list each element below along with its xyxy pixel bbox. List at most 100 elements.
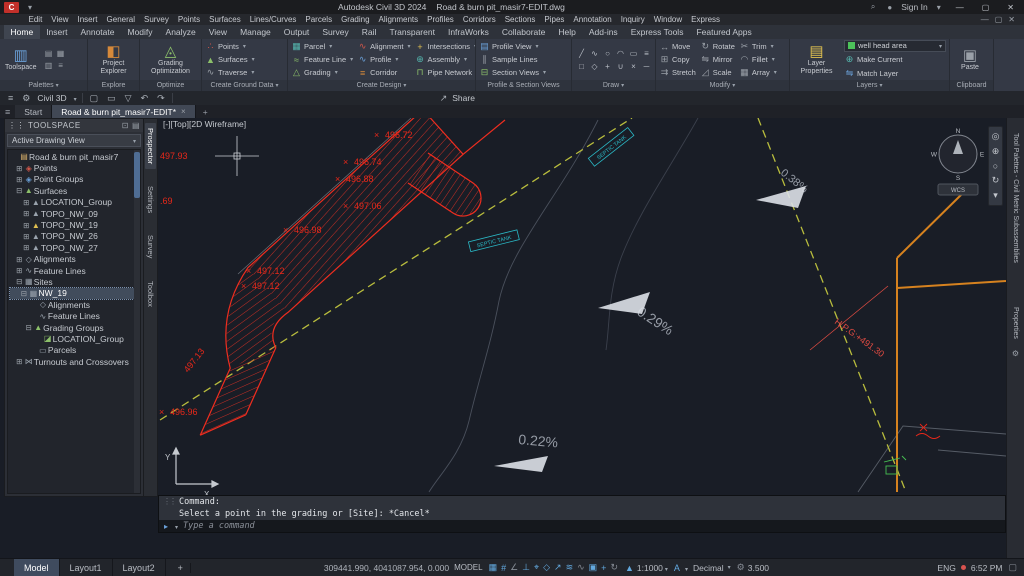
tree-expander-icon[interactable]: ⊞ (22, 209, 31, 218)
tree-expander-icon[interactable]: ⊞ (15, 164, 24, 173)
tree-item[interactable]: ⊞ ◈ Points (10, 162, 140, 173)
ribbon-button[interactable]: ∴ Points (205, 40, 255, 53)
layout-tab[interactable]: Layout1 (60, 559, 113, 576)
units-select[interactable]: Decimal (693, 563, 731, 573)
status-toggle-icon[interactable]: ↻ (609, 562, 619, 573)
command-input[interactable]: ▸ Type a command (159, 520, 1005, 532)
draw-tool-icon[interactable]: ∿ (588, 47, 601, 60)
menu-item[interactable]: Surfaces (205, 15, 246, 24)
gear-icon[interactable]: ⚙ (1012, 349, 1019, 358)
status-toggle-icon[interactable]: ≋ (565, 562, 575, 573)
search-icon[interactable]: ⌕ (868, 2, 878, 12)
properties-tab[interactable]: Properties (1012, 307, 1019, 339)
layout-tab[interactable]: Layout2 (113, 559, 166, 576)
menu-item[interactable]: Pipes (540, 15, 569, 24)
file-tab[interactable]: Road & burn pit_masir7-EDIT* × (52, 105, 195, 118)
toolspace-header[interactable]: ⋮⋮ TOOLSPACE ⊡▤ (5, 119, 143, 132)
status-toggle-icon[interactable]: + (600, 563, 607, 573)
grading-optimization-button[interactable]: ◬ Grading Optimization (143, 44, 198, 75)
ribbon-button[interactable]: ▲ Surfaces (205, 53, 255, 66)
ribbon-tab[interactable]: Add-ins (582, 25, 624, 39)
hamburger-icon[interactable]: ≡ (6, 93, 15, 103)
tree-item[interactable]: ⊞ ▲ TOPO_NW_09 (10, 208, 140, 219)
tree-item[interactable]: ⊟ ▦ NW_19 (10, 288, 140, 299)
ribbon-tab[interactable]: Manage (234, 25, 278, 39)
viewport-controls[interactable]: [-][Top][2D Wireframe] (163, 119, 246, 129)
ribbon-tab[interactable]: Express Tools (624, 25, 690, 39)
toolspace-header-icon[interactable]: ▤ (132, 121, 140, 130)
tool-palettes-tab[interactable]: Tool Palettes - Civil Metric Subassembli… (1012, 133, 1019, 263)
tree-expander-icon[interactable]: ⊟ (19, 289, 28, 298)
toolspace-tab[interactable]: Toolbox (145, 276, 156, 312)
tree-expander-icon[interactable]: ⊞ (15, 266, 24, 275)
ribbon-tab[interactable]: Rail (355, 25, 383, 39)
menu-item[interactable]: Lines/Curves (245, 15, 301, 24)
ribbon-button[interactable]: ⊟ Section Views (479, 66, 546, 79)
ribbon-tab[interactable]: Annotate (74, 25, 121, 39)
toolspace-header-icon[interactable]: ⊡ (122, 121, 129, 130)
ribbon-button[interactable]: + Intersections (415, 40, 475, 53)
ribbon-button[interactable]: ∿ Alignment (357, 40, 410, 53)
toolspace-tab[interactable]: Prospector (145, 123, 156, 169)
ribbon-tab[interactable]: Output (277, 25, 316, 39)
draw-tool-icon[interactable]: + (601, 60, 614, 73)
draw-tool-icon[interactable]: ○ (601, 47, 614, 60)
tree-item[interactable]: ∿ Feature Lines (10, 310, 140, 321)
ribbon-button[interactable]: ◿ Scale (700, 66, 735, 79)
menu-item[interactable]: View (47, 15, 73, 24)
share-button[interactable]: ↗ Share (438, 93, 475, 104)
command-options-caret-icon[interactable] (173, 522, 178, 531)
status-toggle-icon[interactable]: ∠ (509, 562, 519, 573)
paste-button[interactable]: ▣ Paste (953, 48, 987, 72)
status-toggle-icon[interactable]: ◇ (542, 562, 551, 573)
notification-bell-icon[interactable] (961, 565, 966, 570)
status-toggle-icon[interactable]: ▣ (588, 562, 599, 573)
draw-tool-icon[interactable]: ◇ (588, 60, 601, 73)
nav-icon[interactable]: ▾ (993, 190, 998, 201)
qat-icon[interactable]: ▽ (123, 93, 134, 104)
nav-icon[interactable]: ⊕ (992, 146, 1000, 157)
tree-expander-icon[interactable]: ⊟ (24, 323, 33, 332)
close-button[interactable]: ✕ (1001, 3, 1020, 12)
tree-item[interactable]: ⊟ ▦ Sites (10, 276, 140, 287)
layer-select[interactable]: well head area (844, 40, 946, 52)
command-history[interactable]: ⋮⋮ Command: Select a point in the gradin… (159, 496, 1005, 520)
draw-tool-icon[interactable]: ─ (640, 60, 653, 73)
ribbon-button[interactable]: ▦ Array (739, 66, 777, 79)
match-layer-button[interactable]: ⇋ Match Layer (844, 67, 946, 80)
menu-item[interactable]: Edit (24, 15, 47, 24)
toolspace-tab[interactable]: Settings (145, 181, 156, 218)
tree-expander-icon[interactable]: ⊞ (15, 175, 24, 184)
palette-mini-icon[interactable]: ▦ (55, 48, 67, 60)
qat-icon[interactable]: ▭ (105, 93, 118, 104)
nav-icon[interactable]: ○ (993, 161, 998, 171)
tree-item[interactable]: ◪ LOCATION_Group (10, 333, 140, 344)
qat-icon[interactable]: ↷ (155, 93, 167, 104)
new-layout-button[interactable]: + (171, 563, 191, 573)
status-toggle-icon[interactable]: ↗ (553, 562, 563, 573)
ribbon-button[interactable]: ≡ Corridor (357, 66, 410, 79)
coordinates-readout[interactable]: 309441.990, 4041087.954, 0.000 (324, 563, 449, 573)
ribbon-button[interactable]: ⇋ Mirror (700, 53, 735, 66)
app-logo-icon[interactable]: C (4, 2, 19, 13)
tree-item[interactable]: ▤ Road & burn pit_masir7 (10, 151, 140, 162)
tree-item[interactable]: ⊞ ◈ Point Groups (10, 174, 140, 185)
tree-item[interactable]: ⊞ ⋈ Turnouts and Crossovers (10, 356, 140, 367)
status-toggle-icon[interactable]: ∿ (576, 562, 586, 573)
misc-value[interactable]: ⚙ 3.500 (736, 562, 769, 573)
ribbon-tab[interactable]: Survey (316, 25, 355, 39)
workspace-gear-icon[interactable]: ⚙ (20, 93, 32, 104)
tab-close-icon[interactable]: × (181, 107, 186, 116)
ribbon-tab[interactable]: Modify (121, 25, 159, 39)
ribbon-tab[interactable]: Collaborate (495, 25, 551, 39)
palette-mini-icon[interactable]: ▥ (43, 60, 55, 72)
draw-tool-icon[interactable]: ▭ (627, 47, 640, 60)
status-toggle-icon[interactable]: ▦ (488, 562, 499, 573)
panel-label-modify[interactable]: Modify (656, 80, 789, 91)
doc-close-icon[interactable]: ✕ (1005, 15, 1018, 24)
ribbon-tab[interactable]: Home (4, 25, 40, 39)
ribbon-button[interactable]: ↔ Move (659, 40, 696, 53)
ribbon-tab[interactable]: View (202, 25, 233, 39)
ribbon-tab[interactable]: Featured Apps (690, 25, 758, 39)
tree-expander-icon[interactable]: ⊞ (15, 357, 24, 366)
